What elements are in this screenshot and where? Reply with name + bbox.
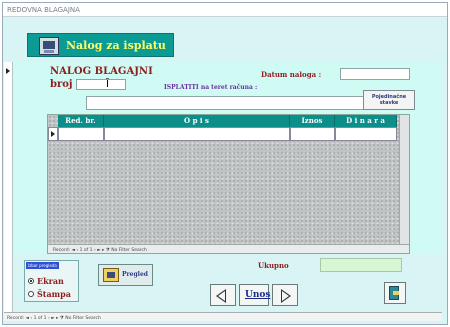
col-opis[interactable]: O p i s (104, 115, 290, 127)
stavke-subform: Red. br. O p i s Iznos D i n a r a Recor… (47, 114, 410, 254)
col-iznos[interactable]: Iznos (290, 115, 335, 127)
radio-stampa[interactable] (28, 291, 34, 297)
unos-button[interactable]: Unos (239, 284, 271, 306)
cell-dinara[interactable] (335, 127, 397, 141)
previous-button[interactable] (210, 284, 236, 306)
datum-naloga-label: Datum naloga : (261, 70, 322, 79)
isplatiti-label: ISPLATITI na teret računa : (164, 84, 258, 91)
broj-input[interactable]: Ī (76, 79, 126, 90)
subform-record-navigation[interactable]: Record: ◄ ‹ 1 of 1 › ► ▸ ⧩ No Filter Sea… (48, 244, 409, 253)
racun-input[interactable] (86, 96, 392, 110)
cell-opis[interactable] (104, 127, 290, 141)
new-record-arrow-icon (51, 131, 55, 137)
exit-button[interactable] (384, 282, 406, 304)
next-button[interactable] (272, 284, 298, 306)
izbor-pregleda-group: Izbor pregleda Ekran Štampa (24, 260, 79, 302)
nalog-form: NALOG BLAGAJNI broj : Ī Datum naloga : I… (14, 62, 442, 254)
record-selector[interactable] (4, 62, 13, 312)
pojedinacne-stavke-button[interactable]: Pojedinačne stavke (363, 90, 415, 110)
record-navigation-bar[interactable]: Record: ◄ ‹ 1 of 1 › ► ▸ ⧩ No Filter Sea… (4, 312, 442, 321)
cell-red-br[interactable] (58, 127, 104, 141)
nalog-title: NALOG BLAGAJNI (50, 66, 153, 77)
subform-record-selector[interactable] (48, 127, 58, 141)
pregled-button[interactable]: Pregled (98, 264, 153, 286)
col-dinara[interactable]: D i n a r a (335, 115, 397, 127)
radio-ekran-label: Ekran (37, 276, 64, 286)
form-icon (39, 37, 59, 55)
unos-label: Unos (245, 290, 271, 300)
form-title: Nalog za isplatu (66, 39, 166, 52)
current-record-arrow-icon (6, 68, 10, 74)
radio-stampa-label: Štampa (37, 289, 71, 299)
subform-header: Red. br. O p i s Iznos D i n a r a (48, 115, 397, 127)
pregled-label: Pregled (122, 271, 148, 278)
text-cursor-icon: Ī (106, 79, 109, 90)
exit-door-icon (389, 286, 399, 300)
cell-iznos[interactable] (290, 127, 335, 141)
preview-icon (103, 268, 119, 282)
ukupno-label: Ukupno (258, 261, 289, 270)
ukupno-field (320, 258, 402, 272)
subform-scrollbar[interactable] (399, 115, 409, 245)
datum-naloga-input[interactable] (340, 68, 410, 80)
footer-area: Izbor pregleda Ekran Štampa Pregled Ukup… (14, 256, 442, 311)
col-red-br[interactable]: Red. br. (58, 115, 104, 127)
arrow-left-icon (216, 289, 226, 303)
radio-ekran[interactable] (28, 278, 34, 284)
izbor-pregleda-label: Izbor pregleda (26, 262, 59, 269)
window-title: REDOVNA BLAGAJNA (3, 3, 447, 17)
arrow-right-icon (281, 289, 291, 303)
form-header: Nalog za isplatu (27, 33, 174, 57)
